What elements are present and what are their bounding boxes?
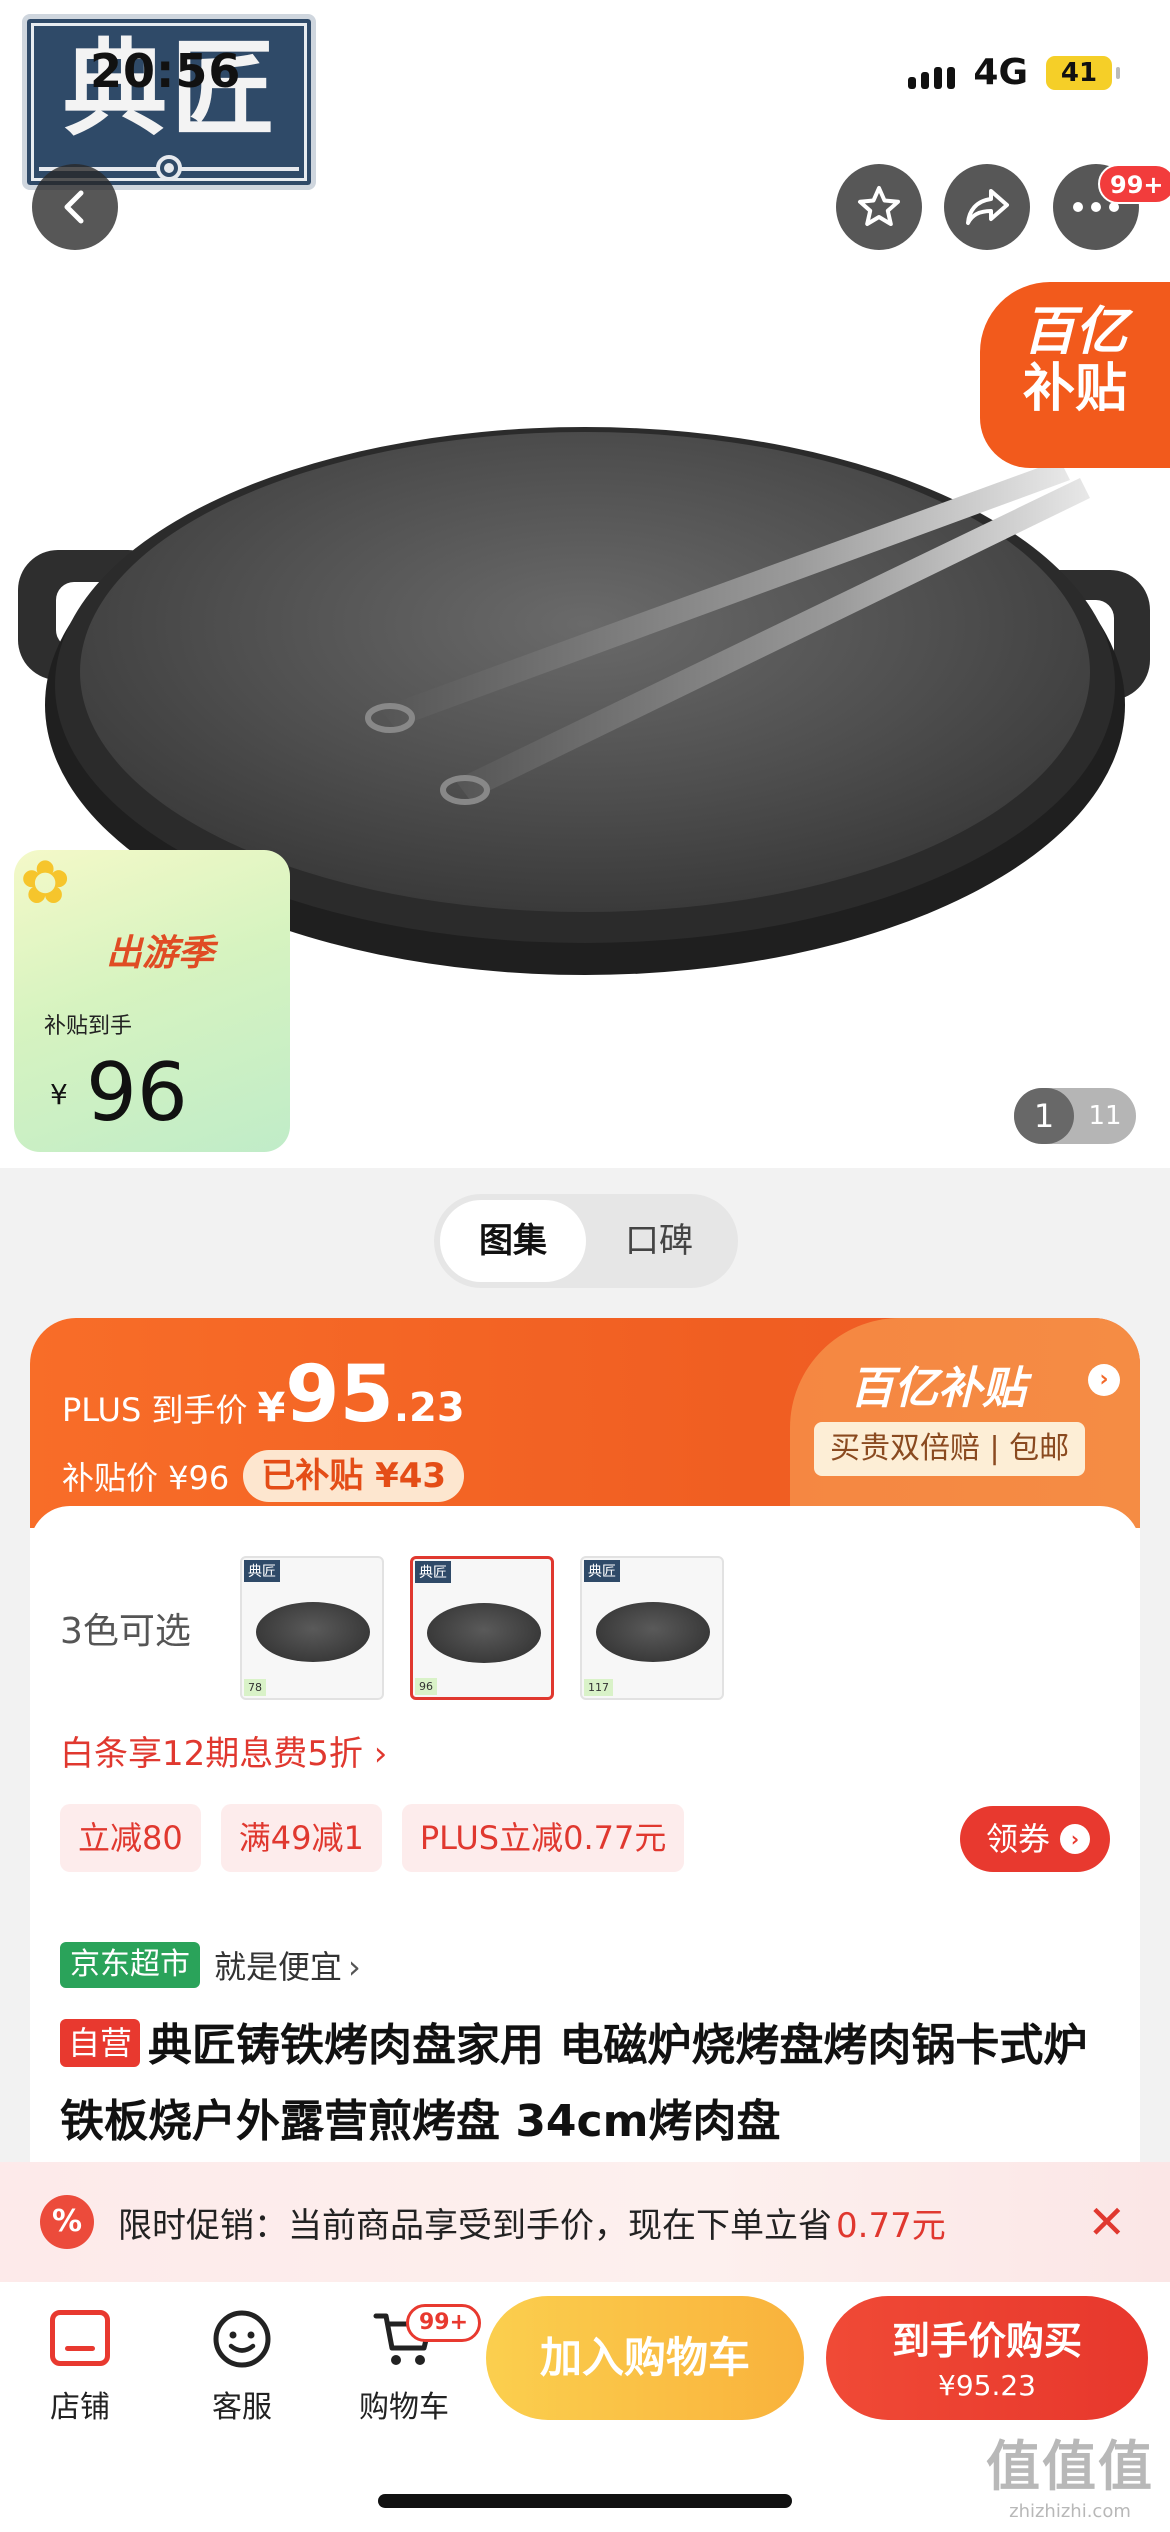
buy-now-price: ¥95.23 — [938, 2369, 1036, 2402]
status-indicators: 4G 41 — [908, 52, 1120, 93]
network-type: 4G — [973, 52, 1028, 93]
campaign-panel[interactable]: 百亿补贴 › 买贵双倍赔 | 包邮 — [790, 1318, 1140, 1528]
brand-logo: 典匠 — [22, 14, 316, 190]
chevron-left-icon — [64, 190, 84, 224]
plus-price-currency: ¥ — [257, 1385, 286, 1431]
swatch-pan-thumbnail — [427, 1603, 541, 1663]
cart-label: 购物车 — [359, 2390, 449, 2425]
color-swatch-selected[interactable]: 典匠 96 — [410, 1556, 554, 1700]
plus-price: PLUS 到手价 ¥ 95 .23 — [62, 1356, 465, 1434]
chat-smile-icon — [213, 2310, 271, 2368]
product-title-text: 典匠铸铁烤肉盘家用 电磁炉烧烤盘烤肉锅卡式炉铁板烧户外露营煎烤盘 34cm烤肉盘 — [60, 2020, 1088, 2147]
installment-offer[interactable]: 白条享12期息费5折 › — [60, 1726, 387, 1775]
chevron-right-icon: › — [1060, 1824, 1090, 1854]
buy-now-label: 到手价购买 — [891, 2319, 1082, 2363]
shop-label: 店铺 — [50, 2390, 110, 2425]
promo-sticker-currency: ¥ — [50, 1078, 68, 1111]
product-image-gallery[interactable]: 典匠 20:56 4G 41 99+ 百亿 补贴 ✿ 出游季 补贴到手 ¥ 96… — [0, 0, 1170, 1168]
color-count-label: 3色可选 — [60, 1611, 191, 1652]
price-band: PLUS 到手价 ¥ 95 .23 补贴价 ¥96 已补贴 ¥43 百亿补贴 ›… — [30, 1318, 1140, 1528]
jd-supermarket-row[interactable]: 京东超市 就是便宜 › — [60, 1942, 361, 1988]
more-notification-badge: 99+ — [1098, 164, 1170, 204]
color-swatch[interactable]: 典匠 117 — [580, 1556, 724, 1700]
product-title: 自营 典匠铸铁烤肉盘家用 电磁炉烧烤盘烤肉锅卡式炉铁板烧户外露营煎烤盘 34cm烤… — [60, 2008, 1130, 2160]
site-watermark: 值值值 zhizhizhi.com — [986, 2435, 1154, 2522]
guarantee-label: 买贵双倍赔 | 包邮 — [814, 1422, 1086, 1476]
buy-now-button[interactable]: 到手价购买 ¥95.23 — [826, 2296, 1148, 2420]
tab-reviews[interactable]: 口碑 — [586, 1200, 732, 1282]
promo-banner-text: 限时促销：当前商品享受到手价，现在下单立省 — [118, 2205, 832, 2246]
promo-sticker-price: 96 — [86, 1046, 188, 1139]
image-pager: 1 11 — [1014, 1088, 1136, 1144]
price-card: PLUS 到手价 ¥ 95 .23 补贴价 ¥96 已补贴 ¥43 百亿补贴 ›… — [30, 1318, 1140, 2258]
share-arrow-icon — [966, 189, 1009, 225]
coupon-tag: PLUS立减0.77元 — [401, 1804, 685, 1872]
coupon-tag: 满49减1 — [220, 1804, 382, 1872]
battery-icon: 41 — [1046, 55, 1120, 90]
favorite-button[interactable] — [836, 164, 922, 250]
shop-button[interactable]: 店铺 — [10, 2300, 150, 2426]
market-slogan: 就是便宜 › — [214, 1948, 361, 1986]
chevron-right-icon: › — [1088, 1364, 1120, 1396]
plus-price-decimal: .23 — [393, 1385, 465, 1431]
status-time: 20:56 — [90, 44, 242, 98]
color-swatch[interactable]: 典匠 78 — [240, 1556, 384, 1700]
plus-price-integer: 95 — [285, 1350, 394, 1440]
subsidized-chip: 已补贴 ¥43 — [243, 1450, 465, 1502]
home-indicator[interactable] — [378, 2494, 792, 2508]
pager-total: 11 — [1088, 1101, 1122, 1131]
subsidy-price: 补贴价 ¥96 — [62, 1459, 230, 1497]
promo-sticker-title: 出游季 — [106, 933, 215, 974]
tab-gallery[interactable]: 图集 — [440, 1200, 586, 1282]
get-coupon-button[interactable]: 领券 › — [959, 1806, 1110, 1872]
subsidy-price-line: 补贴价 ¥96 已补贴 ¥43 — [62, 1450, 465, 1502]
add-to-cart-button[interactable]: 加入购物车 — [486, 2296, 804, 2420]
service-label: 客服 — [212, 2390, 272, 2425]
card-body: 3色可选 典匠 78 典匠 96 典匠 117 白条享12期息费5折 › 立减8… — [30, 1506, 1140, 2258]
coupon-tag: 立减80 — [60, 1804, 201, 1872]
swatch-pan-thumbnail — [256, 1602, 370, 1662]
plus-price-label: PLUS 到手价 — [62, 1391, 248, 1429]
coupon-row: 立减80 满49减1 PLUS立减0.77元 领券 › — [60, 1804, 1110, 1872]
close-icon[interactable]: ✕ — [1087, 2194, 1126, 2250]
color-selector: 3色可选 典匠 78 典匠 96 典匠 117 — [60, 1556, 750, 1700]
back-button[interactable] — [32, 164, 118, 250]
promo-banner[interactable]: % 限时促销：当前商品享受到手价，现在下单立省 0.77元 ✕ — [0, 2162, 1170, 2282]
promo-price-sticker: ✿ 出游季 补贴到手 ¥ 96 — [14, 850, 290, 1152]
subsidy-corner-badge: 百亿 补贴 — [980, 282, 1170, 468]
share-button[interactable] — [944, 164, 1030, 250]
chevron-right-icon: › — [348, 1948, 361, 1986]
percent-icon: % — [40, 2195, 94, 2249]
flower-icon: ✿ — [20, 850, 71, 918]
swatch-pan-thumbnail — [596, 1602, 710, 1662]
campaign-title: 百亿补贴 — [850, 1363, 1026, 1414]
shop-icon — [50, 2310, 110, 2366]
promo-sticker-label: 补贴到手 — [44, 1014, 133, 1039]
star-icon — [858, 186, 900, 226]
promo-banner-amount: 0.77元 — [836, 2205, 946, 2246]
cart-button[interactable]: 购物车 99+ — [334, 2300, 482, 2426]
bottom-action-bar: 店铺 客服 购物车 99+ 加入购物车 到手价购买 ¥95.23 值值值 zhi… — [0, 2282, 1170, 2532]
customer-service-button[interactable]: 客服 — [172, 2300, 312, 2426]
jd-supermarket-tag: 京东超市 — [60, 1942, 200, 1988]
gallery-toggle: 图集 口碑 — [434, 1194, 738, 1288]
signal-icon — [908, 57, 956, 89]
self-operated-tag: 自营 — [60, 2019, 141, 2067]
pager-current: 1 — [1014, 1088, 1074, 1144]
cart-count-badge: 99+ — [406, 2304, 482, 2342]
